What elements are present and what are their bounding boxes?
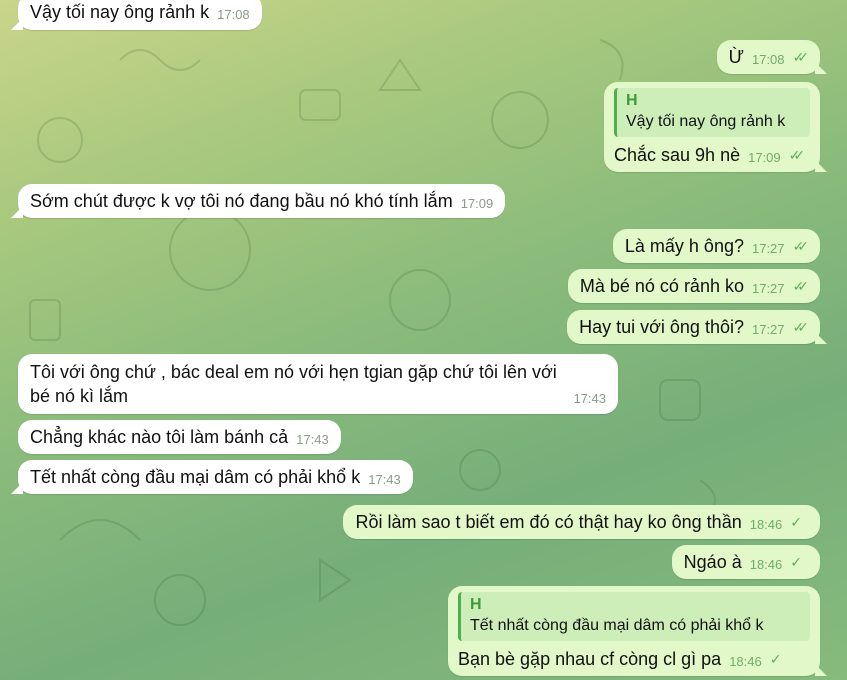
message-bubble-incoming[interactable]: Vậy tối nay ông rảnh k 17:08 xyxy=(11,0,262,30)
message-time: 18:46 xyxy=(749,557,783,572)
message-text: Tết nhất còng đầu mại dâm có phải khổ k xyxy=(30,467,361,487)
reply-quote[interactable]: H Tết nhất còng đầu mại dâm có phải khổ … xyxy=(458,592,810,641)
message-text: Chẳng khác nào tôi làm bánh cả xyxy=(30,427,289,447)
message-time: 18:46 xyxy=(729,654,762,669)
message-text: Hay tui với ông thôi? xyxy=(579,317,744,337)
message-time: 17:27 xyxy=(751,281,785,296)
message-text-line: bé nó kì lắm xyxy=(30,386,129,406)
check-icon: ✓ xyxy=(769,651,782,667)
message-bubble-outgoing[interactable]: Mà bé nó có rảnh ko 17:27 ✓✓ xyxy=(567,269,820,303)
message-time: 17:27 xyxy=(751,322,785,337)
message-text: Rồi làm sao t biết em đó có thật hay ko … xyxy=(355,512,742,532)
reply-author: H xyxy=(626,92,638,109)
message-bubble-incoming[interactable]: Tôi với ông chứ , bác deal em nó với hẹn… xyxy=(18,354,618,414)
message-time: 17:08 xyxy=(751,52,785,67)
check-icon: ✓ xyxy=(790,554,802,570)
double-check-icon: ✓✓ xyxy=(792,49,810,65)
reply-quote[interactable]: H Vậy tối nay ông rảnh k xyxy=(614,88,810,137)
message-text: Mà bé nó có rảnh ko xyxy=(579,276,744,296)
double-check-icon: ✓✓ xyxy=(788,147,806,163)
message-text: Bạn bè gặp nhau cf còng cl gì pa xyxy=(458,649,722,669)
message-text: Chắc sau 9h nè xyxy=(614,145,741,165)
message-bubble-outgoing[interactable]: Là mấy h ông? 17:27 ✓✓ xyxy=(612,229,820,263)
message-time: 18:46 xyxy=(749,517,783,532)
message-time: 17:43 xyxy=(296,432,329,447)
message-bubble-outgoing[interactable]: Rồi làm sao t biết em đó có thật hay ko … xyxy=(343,505,820,539)
message-time: 17:43 xyxy=(573,391,606,406)
message-bubble-outgoing-reply[interactable]: H Vậy tối nay ông rảnh k Chắc sau 9h nè … xyxy=(604,82,827,172)
message-text: Tôi với ông chứ , bác deal em nó với hẹn… xyxy=(30,360,606,408)
message-text: Là mấy h ông? xyxy=(624,236,744,256)
message-bubble-outgoing[interactable]: Ngáo à 18:46 ✓ xyxy=(671,545,820,579)
message-time: 17:09 xyxy=(460,196,494,211)
double-check-icon: ✓✓ xyxy=(792,238,810,254)
message-bubble-incoming[interactable]: Sớm chút được k vợ tôi nó đang bầu nó kh… xyxy=(11,184,506,218)
double-check-icon: ✓✓ xyxy=(792,319,810,335)
message-text-line: Tôi với ông chứ , bác deal em nó với hẹn… xyxy=(30,362,557,382)
message-text: Ừ xyxy=(728,47,744,67)
message-bubble-outgoing-reply[interactable]: H Tết nhất còng đầu mại dâm có phải khổ … xyxy=(448,586,827,676)
message-bubble-outgoing[interactable]: Hay tui với ông thôi? 17:27 ✓✓ xyxy=(567,310,827,344)
check-icon: ✓ xyxy=(790,514,802,530)
message-text: Sớm chút được k vợ tôi nó đang bầu nó kh… xyxy=(30,191,453,211)
reply-text: Tết nhất còng đầu mại dâm có phải khổ k xyxy=(470,617,764,634)
message-text: Vậy tối nay ông rảnh k xyxy=(30,2,210,22)
double-check-icon: ✓✓ xyxy=(792,278,810,294)
message-bubble-incoming[interactable]: Chẳng khác nào tôi làm bánh cả 17:43 xyxy=(18,420,341,454)
message-bubble-incoming[interactable]: Tết nhất còng đầu mại dâm có phải khổ k … xyxy=(11,460,413,494)
message-time: 17:43 xyxy=(368,472,401,487)
message-time: 17:09 xyxy=(748,150,781,165)
message-text: Ngáo à xyxy=(683,552,742,572)
reply-text: Vậy tối nay ông rảnh k xyxy=(626,113,786,130)
message-time: 17:08 xyxy=(217,7,250,22)
message-time: 17:27 xyxy=(751,241,785,256)
reply-author: H xyxy=(470,596,482,613)
message-bubble-outgoing[interactable]: Ừ 17:08 ✓✓ xyxy=(716,40,827,74)
